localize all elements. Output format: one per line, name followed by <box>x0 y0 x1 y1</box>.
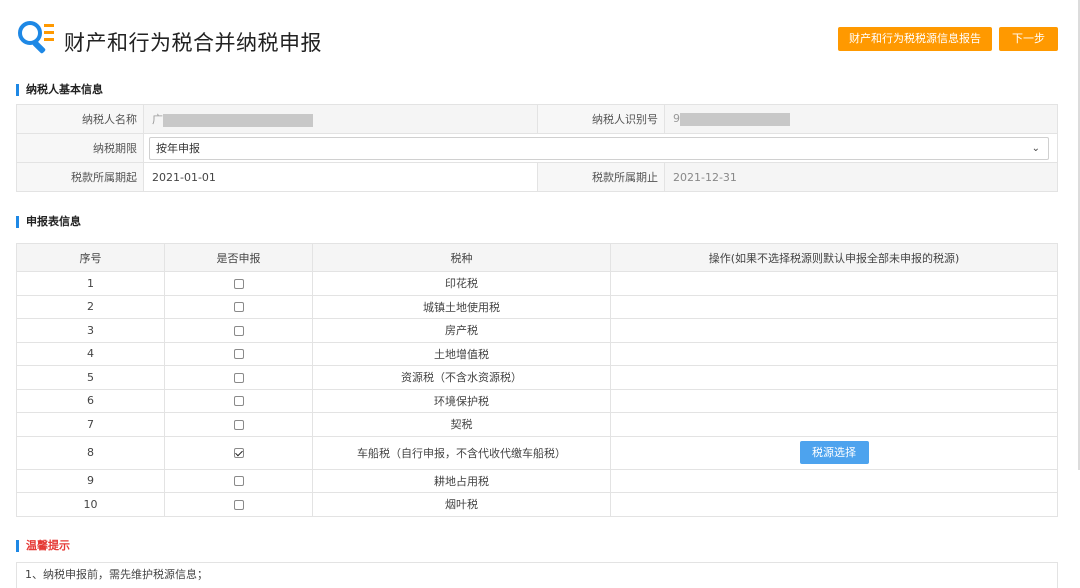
page-title: 财产和行为税合并纳税申报 <box>64 31 322 55</box>
tax-period-select[interactable]: 按年申报 ⌄ <box>149 136 1049 160</box>
row-no: 6 <box>16 388 165 413</box>
row-no: 2 <box>16 294 165 319</box>
row-no: 1 <box>16 271 165 296</box>
col-header-action: 操作(如果不选择税源则默认申报全部未申报的税源) <box>610 243 1058 272</box>
row-no: 9 <box>16 468 165 493</box>
taxpayer-section-title: 纳税人基本信息 <box>16 84 103 96</box>
row-no: 10 <box>16 492 165 517</box>
row-no: 5 <box>16 365 165 390</box>
row-action <box>610 318 1058 343</box>
row-checkbox-cell <box>164 492 313 517</box>
table-row: 2 城镇土地使用税 <box>16 294 1058 319</box>
row-action <box>610 388 1058 413</box>
table-row: 6 环境保护税 <box>16 388 1058 413</box>
row-no: 4 <box>16 341 165 366</box>
tax-period-value: 按年申报 <box>156 141 200 155</box>
table-row: 3 房产税 <box>16 318 1058 343</box>
row-action <box>610 365 1058 390</box>
table-row: 10 烟叶税 <box>16 492 1058 517</box>
row-action <box>610 492 1058 517</box>
period-end-label: 税款所属期止 <box>537 162 665 192</box>
tax-period-label: 纳税期限 <box>16 133 144 163</box>
declare-checkbox-checked[interactable] <box>233 448 244 458</box>
declare-checkbox[interactable] <box>233 396 244 407</box>
table-row: 1 印花税 <box>16 271 1058 296</box>
row-checkbox-cell <box>164 412 313 437</box>
row-tax-type: 契税 <box>312 412 611 437</box>
row-checkbox-cell <box>164 271 313 296</box>
table-row: 7 契税 <box>16 412 1058 437</box>
taxpayer-id-value: 9 <box>673 112 680 126</box>
taxpayer-id-label: 纳税人识别号 <box>537 104 665 134</box>
row-tax-type: 城镇土地使用税 <box>312 294 611 319</box>
row-tax-type: 房产税 <box>312 318 611 343</box>
table-row: 8 车船税（自行申报，不含代收代缴车船税） 税源选择 <box>16 435 1058 470</box>
row-action <box>610 341 1058 366</box>
declare-checkbox[interactable] <box>233 278 244 289</box>
tips-section-title: 温馨提示 <box>16 540 70 552</box>
taxpayer-name-value: 广 <box>152 113 163 126</box>
taxpayer-name-field: 广 <box>143 104 538 134</box>
row-action <box>610 271 1058 296</box>
row-tax-type: 车船税（自行申报，不含代收代缴车船税） <box>312 435 611 470</box>
row-checkbox-cell <box>164 294 313 319</box>
declaration-table: 序号 是否申报 税种 操作(如果不选择税源则默认申报全部未申报的税源) 1 印花… <box>16 243 1058 517</box>
taxpayer-id-field: 9 <box>664 104 1058 134</box>
table-row: 5 资源税（不含水资源税） <box>16 365 1058 390</box>
tax-period-cell: 按年申报 ⌄ <box>143 133 1058 163</box>
row-action <box>610 294 1058 319</box>
row-tax-type: 烟叶税 <box>312 492 611 517</box>
declare-checkbox[interactable] <box>233 419 244 430</box>
taxpayer-name-label: 纳税人名称 <box>16 104 144 134</box>
row-checkbox-cell <box>164 341 313 366</box>
search-list-icon <box>18 21 54 54</box>
row-checkbox-cell <box>164 365 313 390</box>
tip-text: 1、纳税申报前，需先维护税源信息； <box>16 562 1058 588</box>
taxpayer-info-table: 纳税人名称 广 纳税人识别号 9 纳税期限 按年申报 ⌄ 税款所属期起 2021… <box>16 104 1058 192</box>
row-tax-type: 印花税 <box>312 271 611 296</box>
declare-checkbox[interactable] <box>233 302 244 313</box>
row-action: 税源选择 <box>610 435 1058 470</box>
period-end-value: 2021-12-31 <box>664 162 1058 192</box>
row-no: 3 <box>16 318 165 343</box>
row-action <box>610 412 1058 437</box>
masked-id <box>680 112 790 126</box>
row-tax-type: 环境保护税 <box>312 388 611 413</box>
table-row: 9 耕地占用税 <box>16 468 1058 493</box>
page-header: 财产和行为税合并纳税申报 财产和行为税税源信息报告 下一步 <box>0 0 1080 80</box>
declare-checkbox[interactable] <box>233 372 244 383</box>
declare-checkbox[interactable] <box>233 349 244 360</box>
tax-source-select-button[interactable]: 税源选择 <box>799 441 869 464</box>
declare-checkbox[interactable] <box>233 499 244 510</box>
row-checkbox-cell <box>164 318 313 343</box>
row-no: 8 <box>16 435 165 470</box>
row-tax-type: 耕地占用税 <box>312 468 611 493</box>
row-tax-type: 资源税（不含水资源税） <box>312 365 611 390</box>
row-checkbox-cell <box>164 388 313 413</box>
declaration-section-title: 申报表信息 <box>16 216 81 228</box>
declare-checkbox[interactable] <box>233 325 244 336</box>
period-start-value: 2021-01-01 <box>143 162 538 192</box>
row-checkbox-cell <box>164 435 313 470</box>
declare-checkbox[interactable] <box>233 476 244 487</box>
col-header-declare: 是否申报 <box>164 243 313 272</box>
table-row: 4 土地增值税 <box>16 341 1058 366</box>
row-no: 7 <box>16 412 165 437</box>
period-start-label: 税款所属期起 <box>16 162 144 192</box>
col-header-tax-type: 税种 <box>312 243 611 272</box>
row-action <box>610 468 1058 493</box>
col-header-no: 序号 <box>16 243 165 272</box>
row-tax-type: 土地增值税 <box>312 341 611 366</box>
tax-source-report-button[interactable]: 财产和行为税税源信息报告 <box>838 27 992 51</box>
row-checkbox-cell <box>164 468 313 493</box>
masked-name <box>163 113 313 127</box>
chevron-down-icon: ⌄ <box>1031 142 1040 154</box>
next-step-button[interactable]: 下一步 <box>999 27 1058 51</box>
